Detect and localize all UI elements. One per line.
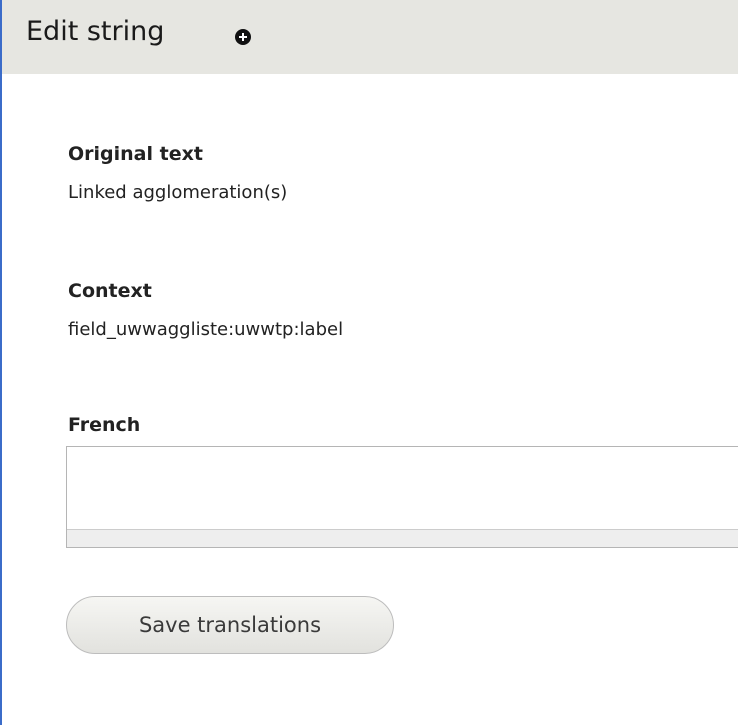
french-translation-field-wrapper xyxy=(66,446,738,548)
context-label: Context xyxy=(68,280,152,302)
save-translations-button[interactable]: Save translations xyxy=(66,596,394,654)
original-text-value: Linked agglomeration(s) xyxy=(68,182,288,203)
french-label: French xyxy=(68,414,141,436)
edit-string-dialog: Edit string Original text Linked agglome… xyxy=(0,0,738,725)
dialog-title: Edit string xyxy=(26,16,165,47)
dialog-titlebar: Edit string xyxy=(2,0,738,74)
textarea-resize-grippie[interactable] xyxy=(67,529,738,547)
plus-vertical-bar xyxy=(242,33,244,41)
context-value: field_uwwaggliste:uwwtp:label xyxy=(68,319,344,340)
french-translation-textarea[interactable] xyxy=(67,447,738,529)
circle-plus-icon[interactable] xyxy=(235,29,251,45)
original-text-label: Original text xyxy=(68,143,203,165)
